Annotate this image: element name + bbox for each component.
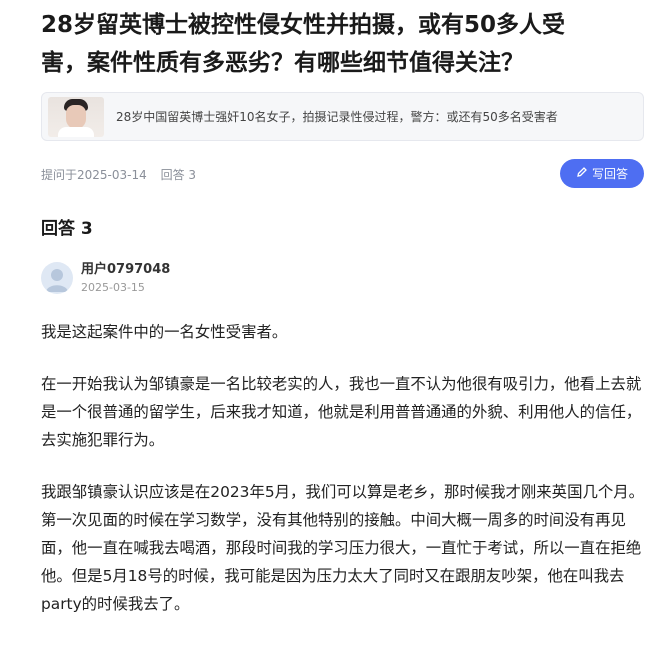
answers-heading: 回答 3 bbox=[41, 219, 93, 239]
write-answer-button[interactable]: 写回答 bbox=[560, 159, 644, 188]
answer-content: 我是这起案件中的一名女性受害者。 在一开始我认为邹镇豪是一名比较老实的人，我也一… bbox=[41, 318, 646, 642]
news-thumbnail bbox=[48, 96, 104, 137]
answer-date: 2025-03-15 bbox=[81, 281, 145, 294]
news-headline: 28岁中国留英博士强奸10名女子，拍摄记录性侵过程，警方：或还有50多名受害者 bbox=[116, 110, 558, 124]
answer-paragraph: 我是这起案件中的一名女性受害者。 bbox=[41, 323, 288, 341]
answer-paragraph: 我跟邹镇豪认识应该是在2023年5月，我们可以算是老乡，那时候我才刚来英国几个月… bbox=[41, 483, 645, 613]
question-meta: 提问于2025-03-14 回答 3 bbox=[41, 166, 196, 183]
user-avatar-icon[interactable] bbox=[41, 262, 73, 294]
answer-count: 回答 3 bbox=[160, 168, 197, 182]
question-title-line2: 害，案件性质有多恶劣？有哪些细节值得关注？ bbox=[41, 50, 524, 76]
related-news-card[interactable]: 28岁中国留英博士强奸10名女子，拍摄记录性侵过程，警方：或还有50多名受害者 bbox=[41, 92, 644, 141]
asked-date: 提问于2025-03-14 bbox=[41, 168, 147, 182]
question-title: 28岁留英博士被控性侵女性并拍摄，或有50多人受 害，案件性质有多恶劣？有哪些细… bbox=[41, 6, 651, 82]
author-name[interactable]: 用户0797048 bbox=[81, 262, 170, 278]
write-answer-label: 写回答 bbox=[591, 167, 628, 181]
question-page: 28岁留英博士被控性侵女性并拍摄，或有50多人受 害，案件性质有多恶劣？有哪些细… bbox=[0, 0, 660, 646]
pencil-icon bbox=[576, 166, 588, 181]
answer-author[interactable]: 用户0797048 2025-03-15 bbox=[41, 262, 170, 294]
question-title-line1: 28岁留英博士被控性侵女性并拍摄，或有50多人受 bbox=[41, 12, 566, 38]
answer-paragraph: 在一开始我认为邹镇豪是一名比较老实的人，我也一直不认为他很有吸引力，他看上去就是… bbox=[41, 375, 642, 449]
